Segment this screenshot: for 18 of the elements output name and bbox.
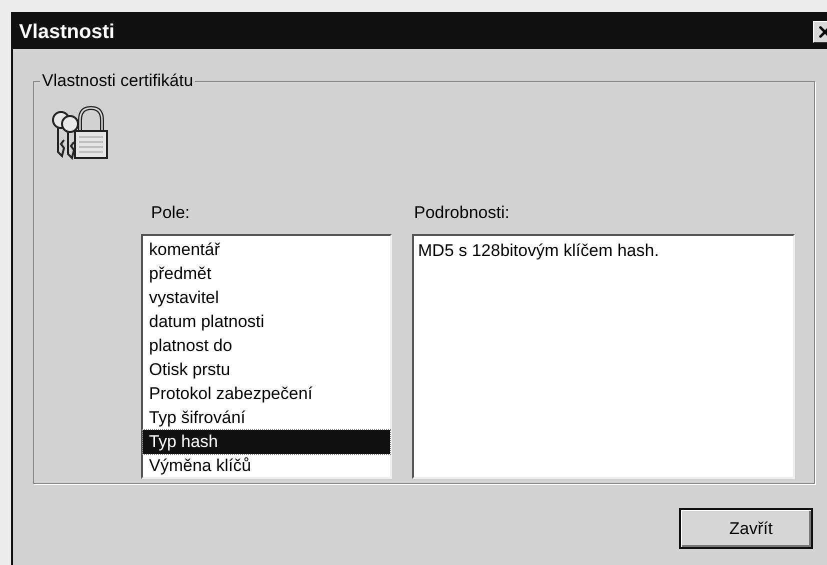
list-item[interactable]: komentář [143,238,390,262]
list-item[interactable]: vystavitel [143,286,390,310]
field-list-label: Pole: [150,202,191,224]
list-item[interactable]: předmět [143,262,390,286]
list-item[interactable]: Typ hash [143,430,390,454]
list-item[interactable]: Protokol zabezpečení [143,382,390,406]
list-item[interactable]: Typ šifrování [143,406,390,430]
close-dialog-button[interactable]: Zavřít [679,508,813,549]
keys-padlock-icon [50,104,110,160]
field-list[interactable]: komentář předmět vystavitel datum platnosti platnost do Otisk prstu Protokol zabezpečení Typ šifrování Typ hash Výměna klíčů [141,234,392,479]
details-box[interactable]: MD5 s 128bitovým klíčem hash. [412,234,795,479]
list-item[interactable]: Výměna klíčů [143,454,390,478]
details-label: Podrobnosti: [413,202,510,224]
list-item[interactable]: Otisk prstu [143,358,390,382]
window-title: Vlastnosti [19,20,115,44]
list-item[interactable]: platnost do [143,334,390,358]
list-item[interactable]: datum platnosti [143,310,390,334]
details-text: MD5 s 128bitovým klíčem hash. [418,241,659,260]
